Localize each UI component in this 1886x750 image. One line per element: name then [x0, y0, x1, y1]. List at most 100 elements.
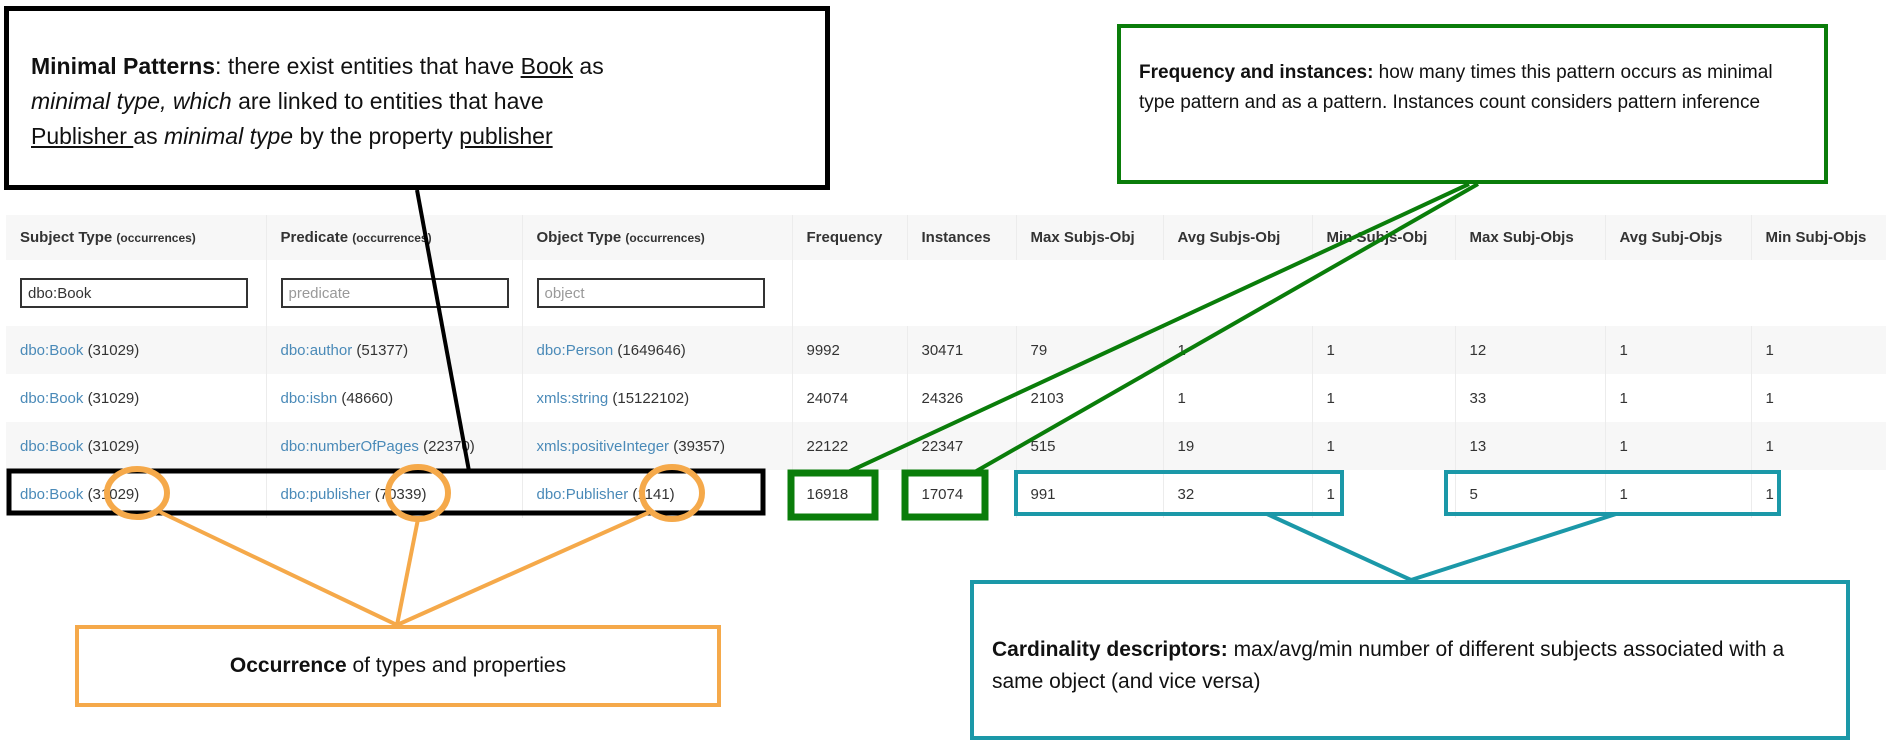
predicate-filter-input[interactable] [280, 278, 509, 308]
predicate-cell: dbo:isbn (48660) [265, 374, 522, 422]
occurrence-count: (31029) [87, 389, 140, 407]
predicate-link[interactable]: dbo:isbn [281, 390, 338, 407]
column-header[interactable]: Object Type (occurrences) [521, 215, 792, 260]
instances-cell: 17074 [906, 470, 1016, 518]
callout-title: Occurrence [229, 654, 347, 677]
min-subjs-obj-cell: 1 [1311, 326, 1455, 374]
occurrence-count: (31029) [87, 437, 140, 455]
subject-type-link[interactable]: dbo:Book [20, 390, 83, 407]
object-type-link[interactable]: dbo:Person [537, 342, 614, 359]
predicate-link[interactable]: dbo:author [281, 342, 353, 359]
occurrence-count: (1649646) [617, 341, 686, 359]
max-subj-objs-cell: 5 [1454, 470, 1605, 518]
column-header-label: Min Subjs-Obj [1326, 229, 1428, 246]
table-row: dbo:Book (31029) dbo:author (51377) dbo:Pe… [6, 326, 1886, 374]
object-type-link[interactable]: xmls:positiveInteger [537, 438, 670, 455]
callout-text: by the property [293, 123, 460, 149]
predicate-link[interactable]: dbo:publisher [281, 486, 371, 503]
object-type-link[interactable]: xmls:string [537, 390, 609, 407]
table-header-row: Subject Type (occurrences) Predicate (occ… [6, 215, 1886, 260]
callout-text: are linked to entities that have [231, 88, 544, 114]
subject-type-cell: dbo:Book (31029) [6, 326, 266, 374]
column-header[interactable]: Frequency [791, 215, 907, 260]
column-header-label: Object Type [536, 229, 622, 246]
avg-subjs-obj-cell: 1 [1162, 374, 1312, 422]
occurrence-connector-subject [159, 510, 398, 627]
column-header[interactable]: Avg Subjs-Obj [1162, 215, 1312, 260]
callout-title: Frequency and instances: [1139, 62, 1374, 83]
object-type-link[interactable]: dbo:Publisher [537, 486, 629, 503]
object-type-cell: xmls:string (15122102) [521, 374, 792, 422]
frequency-cell: 22122 [791, 422, 907, 470]
table-row: dbo:Book (31029) dbo:numberOfPages (22370… [6, 422, 1886, 470]
max-subjs-obj-cell: 2103 [1015, 374, 1163, 422]
occurrence-connector-object [396, 510, 651, 627]
subject-filter-input[interactable] [20, 278, 248, 308]
occurrence-count: (31029) [87, 485, 140, 503]
avg-subjs-obj-cell: 32 [1162, 470, 1312, 518]
max-subjs-obj-cell: 515 [1015, 422, 1163, 470]
column-header-label: Instances [921, 229, 991, 246]
callout-text: publisher [459, 123, 553, 149]
callout-title: Cardinality descriptors: [992, 638, 1228, 661]
callout-text: minimal type [163, 123, 294, 149]
column-header[interactable]: Instances [906, 215, 1016, 260]
predicate-link[interactable]: dbo:numberOfPages [281, 438, 419, 455]
occurrence-count: (51377) [356, 341, 409, 359]
predicate-cell: dbo:publisher (70339) [265, 470, 522, 518]
max-subj-objs-cell: 12 [1454, 326, 1605, 374]
min-subj-objs-cell: 1 [1750, 326, 1886, 374]
column-header[interactable]: Predicate (occurrences) [265, 215, 522, 260]
column-header[interactable]: Avg Subj-Objs [1604, 215, 1751, 260]
cardinality-connector-left [1266, 512, 1412, 582]
occurrence-count: (15122102) [612, 389, 690, 407]
subject-type-link[interactable]: dbo:Book [20, 438, 83, 455]
patterns-table: Subject Type (occurrences) Predicate (occ… [6, 215, 1886, 518]
object-filter-input[interactable] [536, 278, 765, 308]
occurrence-count: (70339) [374, 485, 427, 503]
max-subj-objs-cell: 33 [1454, 374, 1605, 422]
max-subjs-obj-cell: 991 [1015, 470, 1163, 518]
cardinality-callout: Cardinality descriptors: max/avg/min num… [970, 580, 1850, 740]
callout-text: as [573, 53, 604, 79]
table-row: dbo:Book (31029) dbo:isbn (48660) xmls:str… [6, 374, 1886, 422]
frequency-instances-callout: Frequency and instances: how many times … [1117, 24, 1828, 184]
column-header[interactable]: Subject Type (occurrences) [6, 215, 266, 260]
occurrence-connector-predicate [395, 518, 420, 626]
cardinality-connector-right [1410, 512, 1617, 582]
max-subjs-obj-cell: 79 [1015, 326, 1163, 374]
max-subj-objs-cell: 13 [1454, 422, 1605, 470]
occurrence-callout: Occurrence of types and properties [75, 625, 721, 707]
callout-text: Publisher [31, 123, 134, 149]
predicate-cell: dbo:numberOfPages (22370) [265, 422, 522, 470]
column-header-sub: (occurrences) [116, 231, 196, 245]
frequency-cell: 9992 [791, 326, 907, 374]
subject-type-cell: dbo:Book (31029) [6, 374, 266, 422]
callout-title: Minimal Patterns [31, 53, 216, 79]
occurrence-count: (39357) [673, 437, 725, 455]
avg-subj-objs-cell: 1 [1604, 470, 1751, 518]
column-header[interactable]: Max Subjs-Obj [1015, 215, 1163, 260]
column-header-label: Min Subj-Objs [1765, 229, 1867, 246]
min-subjs-obj-cell: 1 [1311, 470, 1455, 518]
callout-text: Book [520, 53, 574, 79]
column-header-label: Predicate [280, 229, 349, 246]
occurrence-count: (1141) [632, 485, 675, 503]
column-header[interactable]: Min Subj-Objs [1750, 215, 1886, 260]
subject-type-cell: dbo:Book (31029) [6, 422, 266, 470]
min-subjs-obj-cell: 1 [1311, 374, 1455, 422]
frequency-cell: 24074 [791, 374, 907, 422]
subject-type-link[interactable]: dbo:Book [20, 486, 83, 503]
column-header[interactable]: Max Subj-Objs [1454, 215, 1605, 260]
min-subj-objs-cell: 1 [1750, 470, 1886, 518]
min-subj-objs-cell: 1 [1750, 374, 1886, 422]
min-subjs-obj-cell: 1 [1311, 422, 1455, 470]
column-header-label: Avg Subj-Objs [1619, 229, 1723, 246]
min-subj-objs-cell: 1 [1750, 422, 1886, 470]
object-type-cell: xmls:positiveInteger (39357) [521, 422, 792, 470]
column-header[interactable]: Min Subjs-Obj [1311, 215, 1455, 260]
subject-type-link[interactable]: dbo:Book [20, 342, 83, 359]
callout-text: as [133, 123, 164, 149]
avg-subjs-obj-cell: 1 [1162, 326, 1312, 374]
instances-cell: 30471 [906, 326, 1016, 374]
